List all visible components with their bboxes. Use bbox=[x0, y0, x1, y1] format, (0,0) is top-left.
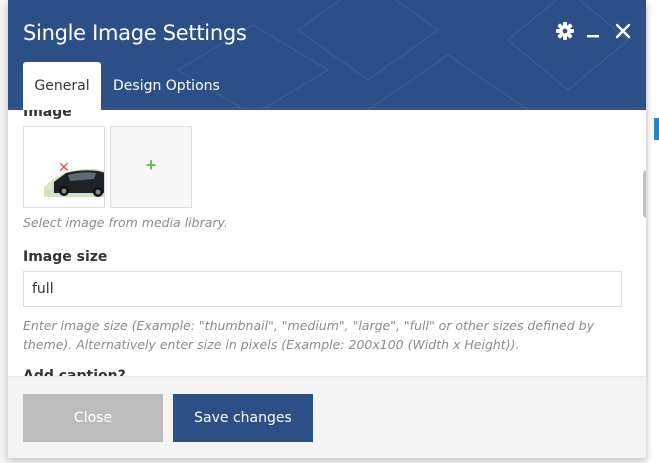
background-accent bbox=[654, 118, 659, 140]
plus-icon: + bbox=[145, 155, 157, 175]
modal-content[interactable]: Image ✕ + Select image from media librar… bbox=[8, 110, 646, 376]
content-scrollbar[interactable] bbox=[643, 170, 646, 218]
single-image-settings-modal: Single Image Settings General Design Opt… bbox=[8, 0, 646, 458]
minimize-icon[interactable] bbox=[582, 20, 604, 42]
close-icon[interactable] bbox=[612, 20, 634, 42]
image-size-label: Image size bbox=[23, 249, 108, 265]
background-sidebar bbox=[648, 0, 659, 463]
modal-footer: Close Save changes bbox=[8, 376, 646, 458]
image-size-help-line1: Enter image size (Example: "thumbnail", … bbox=[23, 318, 594, 333]
add-image-button[interactable]: + bbox=[110, 126, 192, 208]
selected-image-thumbnail[interactable]: ✕ bbox=[23, 126, 105, 208]
modal-header[interactable]: Single Image Settings General Design Opt… bbox=[8, 0, 646, 110]
add-caption-label: Add caption? bbox=[23, 368, 126, 376]
tab-general[interactable]: General bbox=[23, 62, 101, 110]
image-help-text: Select image from media library. bbox=[23, 215, 228, 230]
save-changes-button[interactable]: Save changes bbox=[173, 394, 313, 442]
gear-icon[interactable] bbox=[554, 20, 576, 42]
image-label: Image bbox=[23, 110, 72, 120]
image-size-input[interactable] bbox=[23, 271, 622, 307]
image-size-help-line2: theme). Alternatively enter size in pixe… bbox=[23, 337, 520, 352]
header-decoration bbox=[8, 0, 646, 110]
modal-title: Single Image Settings bbox=[23, 21, 247, 45]
close-button[interactable]: Close bbox=[23, 394, 163, 442]
tab-design-options[interactable]: Design Options bbox=[113, 62, 220, 110]
remove-x-icon[interactable]: ✕ bbox=[58, 160, 70, 174]
